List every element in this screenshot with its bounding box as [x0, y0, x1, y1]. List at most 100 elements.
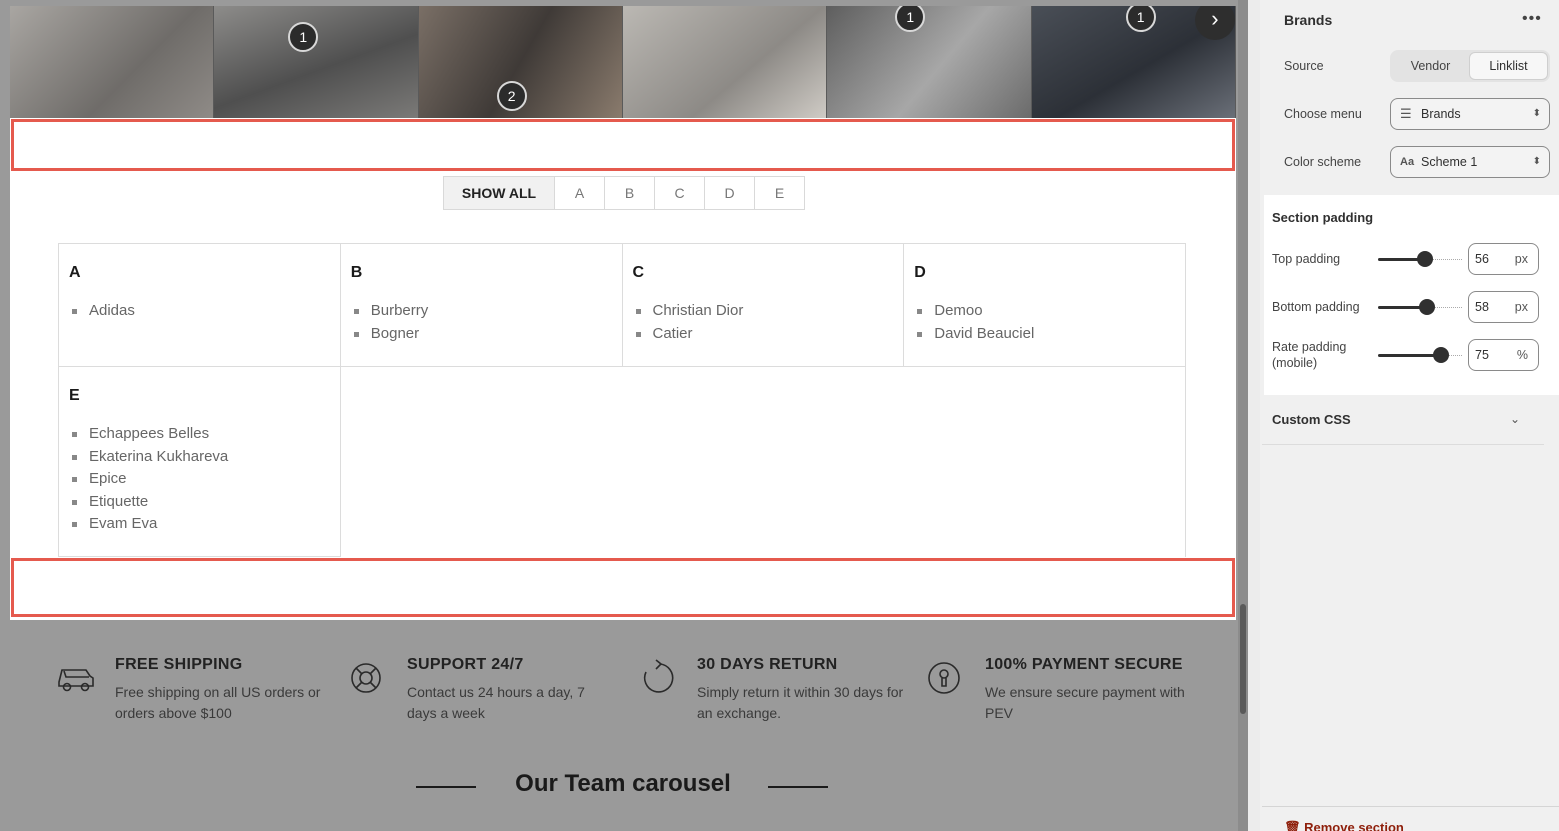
scheme-value: Scheme 1 [1421, 155, 1478, 169]
rate-padding-slider[interactable] [1378, 347, 1462, 363]
brand-link[interactable]: Catier [633, 323, 894, 346]
slider-knob[interactable] [1419, 299, 1435, 315]
brand-link[interactable]: David Beauciel [914, 323, 1175, 346]
hotspot-pin[interactable]: 1 [1125, 6, 1156, 32]
hotspot-pin[interactable]: 1 [288, 22, 319, 52]
unit-label: % [1516, 348, 1528, 362]
bottom-padding-input[interactable]: 58 px [1468, 291, 1539, 323]
more-horizontal-icon[interactable]: ••• [1522, 10, 1542, 28]
custom-css-toggle[interactable]: Custom CSS [1272, 412, 1351, 427]
scheme-select[interactable]: Aa Scheme 1 ⬍ [1390, 146, 1550, 178]
section-padding-card: Section padding Top padding 56 px Bottom… [1264, 195, 1559, 395]
top-padding-value: 56 [1475, 252, 1489, 266]
instagram-tile[interactable]: 1 [214, 6, 419, 118]
brand-link[interactable]: Etiquette [69, 491, 330, 514]
source-toggle: Vendor Linklist [1390, 50, 1550, 82]
menu-select[interactable]: ☰ Brands ⬍ [1390, 98, 1550, 130]
top-padding-input[interactable]: 56 px [1468, 243, 1539, 275]
chevron-down-icon[interactable]: ⌄ [1510, 412, 1520, 426]
divider [1262, 444, 1544, 445]
bottom-padding-value: 58 [1475, 300, 1489, 314]
brand-group-b: B Burberry Bogner [340, 244, 623, 367]
feature-item: SUPPORT 24/7 Contact us 24 hours a day, … [348, 656, 618, 724]
rate-padding-value: 75 [1475, 348, 1489, 362]
feature-item: 30 DAYS RETURN Simply return it within 3… [638, 656, 908, 724]
alphabet-filter: SHOW ALL A B C D E [443, 176, 805, 210]
features-section: FREE SHIPPING Free shipping on all US or… [10, 620, 1236, 831]
preview-scrollbar[interactable] [1238, 0, 1248, 831]
filter-a[interactable]: A [554, 177, 604, 209]
instagram-tile[interactable]: 2 [418, 6, 623, 118]
brand-link[interactable]: Ekaterina Kukhareva [69, 446, 330, 469]
instagram-tile[interactable] [10, 6, 215, 118]
lifebuoy-icon [351, 663, 381, 693]
feature-item: 100% PAYMENT SECURE We ensure secure pay… [926, 656, 1196, 724]
padding-title: Section padding [1272, 210, 1374, 225]
hotspot-pin[interactable]: 2 [496, 81, 527, 111]
secure-lock-icon [928, 662, 960, 694]
feature-text: Free shipping on all US orders or orders… [115, 684, 321, 721]
filter-b[interactable]: B [604, 177, 654, 209]
scroll-thumb[interactable] [1240, 604, 1246, 714]
brand-group-d: D Demoo David Beauciel [904, 244, 1186, 367]
brand-link[interactable]: Demoo [914, 300, 1175, 323]
rate-label-line: Rate padding [1272, 340, 1347, 354]
brand-letter: E [69, 387, 80, 404]
instagram-tile[interactable] [622, 6, 828, 118]
remove-label: Remove section [1304, 820, 1404, 831]
chevron-right-icon[interactable]: › [1194, 6, 1235, 40]
brand-link[interactable]: Epice [69, 468, 330, 491]
source-linklist-button[interactable]: Linklist [1469, 52, 1548, 80]
panel-title: Brands [1284, 12, 1333, 28]
top-padding-highlight [11, 119, 1235, 171]
theme-editor: 1 2 1 1 › SHOW ALL A B C D E A Adidas B … [0, 0, 1559, 831]
brand-group-e: E Echappees Belles Ekaterina Kukhareva E… [59, 367, 341, 557]
brand-link[interactable]: Bogner [351, 323, 612, 346]
instagram-strip: 1 2 1 1 › [10, 6, 1236, 118]
truck-icon [58, 669, 94, 692]
brand-link[interactable]: Adidas [69, 300, 330, 323]
brand-link[interactable]: Burberry [351, 300, 612, 323]
team-heading: Our Team carousel [10, 770, 1236, 798]
team-title: Our Team carousel [515, 770, 731, 797]
list-icon: ☰ [1400, 106, 1412, 121]
filter-c[interactable]: C [654, 177, 704, 209]
unit-label: px [1514, 300, 1528, 314]
brand-group-c: C Christian Dior Catier [622, 244, 905, 367]
divider [1262, 806, 1559, 807]
brand-link[interactable]: Echappees Belles [69, 423, 330, 446]
bottom-padding-highlight [11, 558, 1235, 617]
feature-text: Simply return it within 30 days for an e… [697, 684, 904, 721]
feature-item: FREE SHIPPING Free shipping on all US or… [56, 656, 326, 724]
chevron-updown-icon: ⬍ [1532, 156, 1541, 167]
brand-letter: A [69, 264, 81, 281]
source-label: Source [1284, 59, 1324, 73]
filter-d[interactable]: D [704, 177, 754, 209]
empty-cell [341, 367, 1186, 557]
rate-label-line: (mobile) [1272, 356, 1318, 370]
slider-knob[interactable] [1433, 347, 1449, 363]
feature-title: 30 DAYS RETURN [697, 656, 838, 673]
top-padding-label: Top padding [1272, 252, 1341, 266]
hotspot-pin[interactable]: 1 [895, 6, 926, 32]
title-divider [768, 786, 828, 788]
instagram-tile[interactable]: 1 › [1031, 6, 1236, 118]
rate-padding-input[interactable]: 75 % [1468, 339, 1539, 371]
rate-padding-label: Rate padding (mobile) [1272, 339, 1346, 371]
remove-section-button[interactable]: 🗑 Remove section [1284, 820, 1404, 831]
feature-title: SUPPORT 24/7 [407, 656, 524, 673]
menu-label: Choose menu [1284, 107, 1362, 121]
filter-show-all[interactable]: SHOW ALL [444, 177, 554, 209]
instagram-tile[interactable]: 1 [827, 6, 1032, 118]
source-vendor-button[interactable]: Vendor [1392, 52, 1469, 80]
brand-letter: C [632, 264, 645, 281]
feature-title: 100% PAYMENT SECURE [985, 656, 1183, 673]
brand-link[interactable]: Evam Eva [69, 513, 330, 536]
chevron-updown-icon: ⬍ [1532, 108, 1541, 119]
slider-knob[interactable] [1417, 251, 1433, 267]
feature-text: Contact us 24 hours a day, 7 days a week [407, 684, 585, 721]
filter-e[interactable]: E [754, 177, 804, 209]
top-padding-slider[interactable] [1378, 251, 1462, 267]
brand-link[interactable]: Christian Dior [633, 300, 894, 323]
bottom-padding-slider[interactable] [1378, 299, 1462, 315]
